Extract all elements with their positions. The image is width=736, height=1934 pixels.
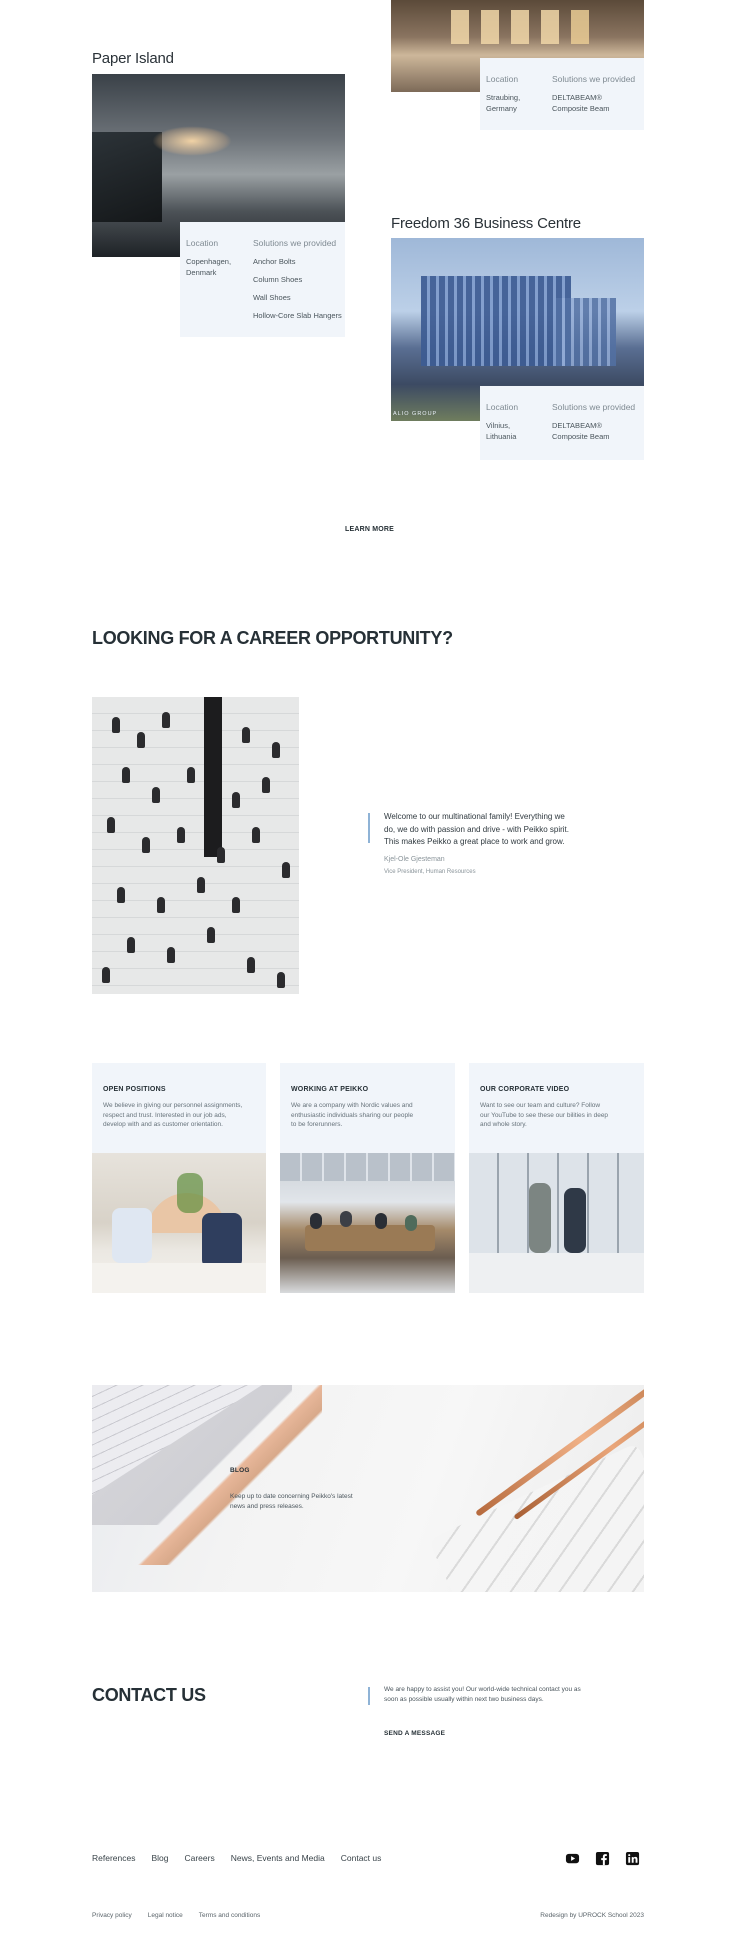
- solutions-value: DELTABEAM® Composite Beam: [552, 421, 610, 441]
- career-quote: Welcome to our multinational family! Eve…: [384, 812, 569, 846]
- solutions-value: DELTABEAM® Composite Beam: [552, 93, 610, 113]
- card-text: We believe in giving our personnel assig…: [103, 1102, 243, 1128]
- card-title: OPEN POSITIONS: [103, 1086, 166, 1093]
- card-title: OUR CORPORATE VIDEO: [480, 1086, 570, 1093]
- career-card-photo-working[interactable]: [280, 1153, 455, 1293]
- blog-text: Keep up to date concerning Peikko's late…: [230, 1493, 353, 1510]
- project-info-freedom36: Location Solutions we provided Vilnius, …: [480, 386, 644, 460]
- project-title-freedom36[interactable]: Freedom 36 Business Centre: [391, 215, 581, 232]
- career-card-photo-open-positions[interactable]: [92, 1153, 266, 1293]
- learn-more-link[interactable]: LEARN MORE: [345, 526, 394, 533]
- footer-link-careers[interactable]: Careers: [184, 1853, 214, 1863]
- location-label: Location: [486, 402, 519, 412]
- facebook-icon[interactable]: [595, 1851, 610, 1866]
- linkedin-icon[interactable]: [625, 1851, 640, 1866]
- footer-legal: Privacy policy Legal notice Terms and co…: [92, 1912, 260, 1919]
- career-section-title: LOOKING FOR A CAREER OPPORTUNITY?: [92, 628, 453, 648]
- footer-link-blog[interactable]: Blog: [151, 1853, 168, 1863]
- contact-text: We are happy to assist you! Our world-wi…: [384, 1686, 581, 1703]
- contact-accent-bar: [368, 1687, 370, 1705]
- youtube-icon[interactable]: [565, 1851, 580, 1866]
- location-label: Location: [486, 74, 519, 84]
- blog-banner[interactable]: [92, 1385, 644, 1592]
- card-text: We are a company with Nordic values and …: [291, 1102, 414, 1128]
- location-value: Straubing, Germany: [486, 93, 521, 113]
- career-card-photo-video[interactable]: [469, 1153, 644, 1293]
- career-card-corporate-video[interactable]: OUR CORPORATE VIDEO Want to see our team…: [469, 1063, 644, 1153]
- quote-author-role: Vice President, Human Resources: [384, 869, 476, 875]
- location-value: Vilnius, Lithuania: [486, 421, 517, 441]
- location-label: Location: [186, 238, 219, 248]
- project-info-paper-island: Location Solutions we provided Copenhage…: [180, 222, 345, 337]
- solutions-value: Anchor Bolts Column Shoes Wall Shoes Hol…: [253, 257, 342, 320]
- solutions-label: Solutions we provided: [552, 74, 636, 84]
- footer-link-references[interactable]: References: [92, 1853, 135, 1863]
- card-text: Want to see our team and culture? Follow…: [480, 1102, 609, 1128]
- career-card-working-at-peikko[interactable]: WORKING AT PEIKKO We are a company with …: [280, 1063, 455, 1153]
- footer-nav: References Blog Careers News, Events and…: [92, 1853, 381, 1863]
- card-title: WORKING AT PEIKKO: [291, 1086, 369, 1093]
- quote-accent-bar: [368, 813, 370, 843]
- social-links: [565, 1851, 640, 1866]
- location-value: Copenhagen, Denmark: [186, 257, 232, 277]
- quote-author-name: Kjel-Ole Gjesteman: [384, 856, 445, 863]
- project-info-top-right: Location Solutions we provided Straubing…: [480, 58, 644, 130]
- career-photo-crowd: [92, 697, 299, 994]
- send-message-link[interactable]: SEND A MESSAGE: [384, 1730, 445, 1737]
- career-card-open-positions[interactable]: OPEN POSITIONS We believe in giving our …: [92, 1063, 266, 1153]
- project-title-paper-island[interactable]: Paper Island: [92, 50, 174, 67]
- privacy-policy-link[interactable]: Privacy policy: [92, 1912, 132, 1919]
- terms-link[interactable]: Terms and conditions: [199, 1912, 260, 1919]
- photo-caption: ALIO GROUP: [393, 411, 438, 417]
- footer-credit: Redesign by UPROCK School 2023: [540, 1912, 644, 1919]
- solutions-label: Solutions we provided: [253, 238, 337, 248]
- footer-link-news[interactable]: News, Events and Media: [231, 1853, 325, 1863]
- legal-notice-link[interactable]: Legal notice: [148, 1912, 183, 1919]
- contact-title: CONTACT US: [92, 1685, 206, 1705]
- footer-link-contact[interactable]: Contact us: [341, 1853, 382, 1863]
- solutions-label: Solutions we provided: [552, 402, 636, 412]
- blog-title[interactable]: BLOG: [230, 1467, 250, 1474]
